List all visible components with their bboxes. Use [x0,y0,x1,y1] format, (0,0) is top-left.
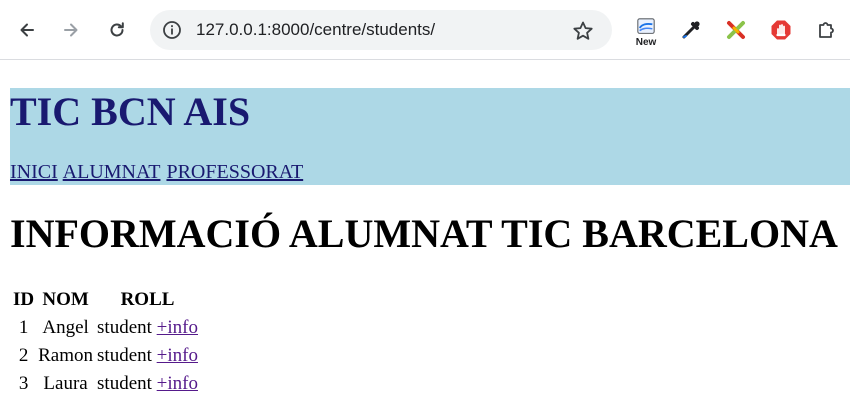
student-role: student [97,373,152,394]
more-info-link[interactable]: +info [157,345,198,366]
site-nav: INICI ALUMNAT PROFESSORAT [10,160,304,184]
back-button[interactable] [11,14,43,46]
student-id: 3 [18,373,29,394]
new-badge-label: New [635,36,657,48]
site-title: TIC BCN AIS [10,89,251,134]
student-name: Ramon [38,345,94,366]
student-name: Angel [42,317,89,338]
eyedropper-extension-button[interactable] [676,15,706,45]
student-name: Laura [43,373,88,394]
stop-hand-icon [771,20,791,40]
students-table: ID NOM ROLL 1 Angel student +info 2 Ramo… [10,285,201,399]
student-id: 1 [18,317,29,338]
forward-button[interactable] [55,14,87,46]
eyedropper-icon [682,21,700,39]
puzzle-extensions-icon [819,22,834,38]
student-role-cell: student +info [96,315,199,341]
nav-link-inici[interactable]: INICI [10,161,58,183]
student-role-cell: student +info [96,343,199,369]
cross-extension-button[interactable] [721,15,751,45]
nav-link-alumnat[interactable]: ALUMNAT [63,161,161,183]
more-info-link[interactable]: +info [157,373,198,394]
nav-link-professorat[interactable]: PROFESSORAT [166,161,303,183]
column-header-role: ROLL [120,289,175,310]
student-role-cell: student +info [96,371,199,397]
column-header-id: ID [13,289,35,310]
site-header: TIC BCN AIS INICI ALUMNAT PROFESSORAT [10,88,850,185]
table-row: 3 Laura student +info [12,371,199,397]
page-heading: INFORMACIÓ ALUMNAT TIC BARCELONA [10,211,838,256]
more-info-link[interactable]: +info [157,317,198,338]
reload-icon [110,22,124,37]
new-extension-button[interactable]: New [630,12,662,52]
bookmark-star-icon[interactable] [572,20,594,42]
stop-extension-button[interactable] [766,15,796,45]
table-row: 1 Angel student +info [12,315,199,341]
address-bar[interactable]: 127.0.0.1:8000/centre/students/ [150,10,612,50]
new-extension-icon [637,17,655,34]
url-text[interactable]: 127.0.0.1:8000/centre/students/ [196,10,435,50]
back-arrow-icon [20,23,34,37]
student-id: 2 [18,345,29,366]
table-row: 2 Ramon student +info [12,343,199,369]
forward-arrow-icon [64,23,78,37]
table-header-row: ID NOM ROLL [12,287,199,313]
browser-toolbar: 127.0.0.1:8000/centre/students/ New [0,0,850,60]
cross-extension-icon [727,21,745,39]
reload-button[interactable] [101,14,133,46]
student-role: student [97,345,152,366]
column-header-name: NOM [42,289,89,310]
student-role: student [97,317,152,338]
extensions-button[interactable] [811,15,841,45]
site-info-icon[interactable] [162,20,182,40]
